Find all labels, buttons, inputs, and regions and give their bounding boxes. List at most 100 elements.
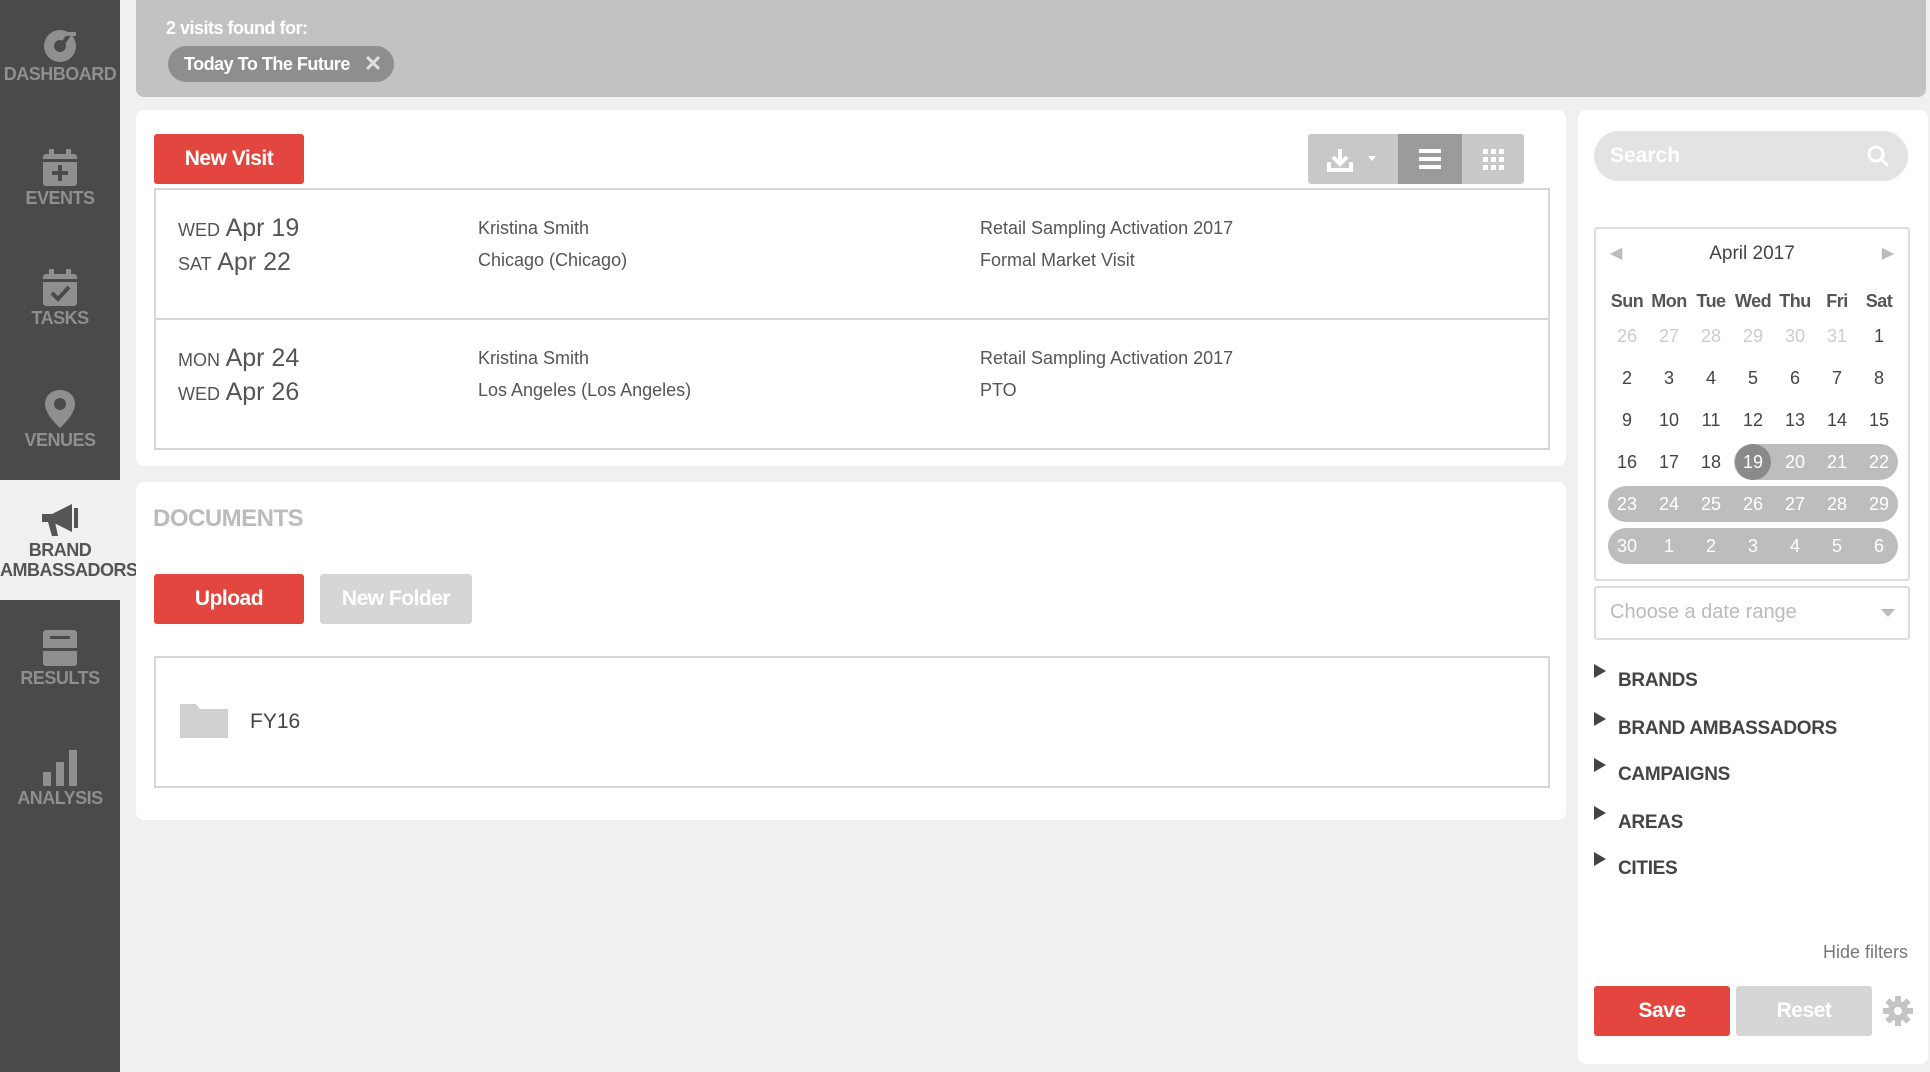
- folder-list: FY16: [154, 656, 1550, 788]
- calendar-day[interactable]: 17: [1648, 445, 1690, 479]
- new-visit-button[interactable]: New Visit: [154, 134, 304, 184]
- calendar-day[interactable]: 23: [1606, 487, 1648, 521]
- calendar-day[interactable]: 25: [1690, 487, 1732, 521]
- dashboard-gauge-icon: [44, 30, 76, 62]
- calendar-day[interactable]: 26: [1732, 487, 1774, 521]
- calendar-day[interactable]: 8: [1858, 361, 1900, 395]
- list-view-button[interactable]: [1398, 134, 1462, 184]
- filter-section-areas[interactable]: AREAS: [1594, 806, 1683, 834]
- hide-filters-link[interactable]: Hide filters: [1823, 942, 1908, 963]
- calendar-day[interactable]: 3: [1732, 529, 1774, 563]
- visit-row[interactable]: WED Apr 19 SAT Apr 22 Kristina Smith Chi…: [154, 188, 1550, 320]
- visit-start-date: WED Apr 19: [178, 214, 300, 242]
- visit-location: Los Angeles (Los Angeles): [478, 380, 692, 400]
- calendar-day[interactable]: 19: [1732, 445, 1774, 479]
- calendar-day[interactable]: 26: [1606, 319, 1648, 353]
- calendar-weekday: Wed: [1734, 291, 1772, 311]
- calendar-day[interactable]: 5: [1816, 529, 1858, 563]
- sidebar-item-dashboard[interactable]: DASHBOARD: [0, 24, 120, 114]
- visit-type: Formal Market Visit: [980, 250, 1135, 270]
- sidebar-item-brand-ambassadors[interactable]: BRAND AMBASSADORS: [0, 480, 138, 600]
- calendar-day[interactable]: 29: [1858, 487, 1900, 521]
- download-button[interactable]: [1308, 134, 1398, 184]
- calendar-day[interactable]: 20: [1774, 445, 1816, 479]
- sidebar-item-label-line1: BRAND: [28, 540, 92, 560]
- calendar-day[interactable]: 13: [1774, 403, 1816, 437]
- sidebar-item-venues[interactable]: VENUES: [0, 388, 120, 458]
- calendar-day[interactable]: 14: [1816, 403, 1858, 437]
- calendar-day[interactable]: 1: [1648, 529, 1690, 563]
- list-view-icon: [1419, 149, 1441, 169]
- filter-section-campaigns[interactable]: CAMPAIGNS: [1594, 758, 1730, 786]
- calendar-day[interactable]: 15: [1858, 403, 1900, 437]
- inbox-tray-icon: [43, 630, 77, 666]
- filter-chip[interactable]: Today To The Future ✕: [168, 46, 394, 82]
- folder-name: FY16: [250, 710, 301, 733]
- filter-section-brand-ambassadors[interactable]: BRAND AMBASSADORS: [1594, 712, 1837, 740]
- grid-view-button[interactable]: [1462, 134, 1524, 184]
- sidebar-item-label: TASKS: [31, 308, 89, 328]
- sidebar-item-events[interactable]: EVENTS: [0, 148, 120, 218]
- expand-triangle-icon: [1594, 852, 1606, 866]
- calendar-day[interactable]: 28: [1816, 487, 1858, 521]
- date-picker-calendar: ◀ April 2017 ▶ Sun Mon Tue Wed Thu Fri Sat 26 2…: [1594, 227, 1910, 581]
- expand-triangle-icon: [1594, 758, 1606, 772]
- visit-location: Chicago (Chicago): [478, 250, 628, 270]
- reset-button[interactable]: Reset: [1736, 986, 1872, 1036]
- gear-icon[interactable]: [1882, 995, 1914, 1027]
- calendar-day[interactable]: 18: [1690, 445, 1732, 479]
- visit-type: PTO: [980, 380, 1017, 400]
- search-icon[interactable]: [1866, 144, 1890, 168]
- date-range-select[interactable]: Choose a date range: [1594, 586, 1910, 640]
- calendar-day[interactable]: 3: [1648, 361, 1690, 395]
- sidebar-item-label: VENUES: [24, 430, 96, 450]
- search-input[interactable]: Search: [1594, 131, 1908, 181]
- visit-row[interactable]: MON Apr 24 WED Apr 26 Kristina Smith Los…: [154, 318, 1550, 450]
- calendar-day[interactable]: 30: [1606, 529, 1648, 563]
- upload-button[interactable]: Upload: [154, 574, 304, 624]
- calendar-day[interactable]: 29: [1732, 319, 1774, 353]
- calendar-day[interactable]: 2: [1606, 361, 1648, 395]
- calendar-day[interactable]: 7: [1816, 361, 1858, 395]
- calendar-day[interactable]: 6: [1774, 361, 1816, 395]
- calendar-day[interactable]: 4: [1690, 361, 1732, 395]
- filter-chip-label: Today To The Future: [184, 54, 350, 74]
- sidebar-item-results[interactable]: RESULTS: [0, 628, 120, 698]
- calendar-day[interactable]: 21: [1816, 445, 1858, 479]
- calendar-day[interactable]: 12: [1732, 403, 1774, 437]
- calendar-day[interactable]: 11: [1690, 403, 1732, 437]
- sidebar-item-label: DASHBOARD: [3, 64, 117, 84]
- new-folder-button[interactable]: New Folder: [320, 574, 472, 624]
- expand-triangle-icon: [1594, 806, 1606, 820]
- sidebar-item-label: RESULTS: [20, 668, 100, 688]
- calendar-day[interactable]: 2: [1690, 529, 1732, 563]
- filter-section-cities[interactable]: CITIES: [1594, 852, 1678, 880]
- calendar-day[interactable]: 1: [1858, 319, 1900, 353]
- next-month-icon[interactable]: ▶: [1882, 243, 1894, 263]
- visit-campaign: Retail Sampling Activation 2017: [980, 218, 1234, 238]
- close-icon[interactable]: ✕: [364, 46, 382, 82]
- calendar-day[interactable]: 22: [1858, 445, 1900, 479]
- calendar-day[interactable]: 24: [1648, 487, 1690, 521]
- calendar-day[interactable]: 27: [1648, 319, 1690, 353]
- expand-triangle-icon: [1594, 712, 1606, 726]
- calendar-day[interactable]: 4: [1774, 529, 1816, 563]
- calendar-day[interactable]: 9: [1606, 403, 1648, 437]
- calendar-day[interactable]: 16: [1606, 445, 1648, 479]
- calendar-day[interactable]: 31: [1816, 319, 1858, 353]
- calendar-weekday: Sun: [1610, 291, 1644, 311]
- calendar-day[interactable]: 30: [1774, 319, 1816, 353]
- sidebar-item-analysis[interactable]: ANALYSIS: [0, 748, 120, 818]
- calendar-day[interactable]: 28: [1690, 319, 1732, 353]
- calendar-day[interactable]: 6: [1858, 529, 1900, 563]
- date-range-placeholder: Choose a date range: [1610, 601, 1797, 623]
- save-button[interactable]: Save: [1594, 986, 1730, 1036]
- calendar-weekday: Mon: [1651, 291, 1687, 311]
- calendar-day[interactable]: 10: [1648, 403, 1690, 437]
- calendar-day[interactable]: 5: [1732, 361, 1774, 395]
- search-placeholder: Search: [1610, 144, 1681, 167]
- results-count-text: 2 visits found for:: [166, 18, 308, 38]
- calendar-day[interactable]: 27: [1774, 487, 1816, 521]
- sidebar-item-tasks[interactable]: TASKS: [0, 268, 120, 338]
- filter-section-brands[interactable]: BRANDS: [1594, 664, 1698, 692]
